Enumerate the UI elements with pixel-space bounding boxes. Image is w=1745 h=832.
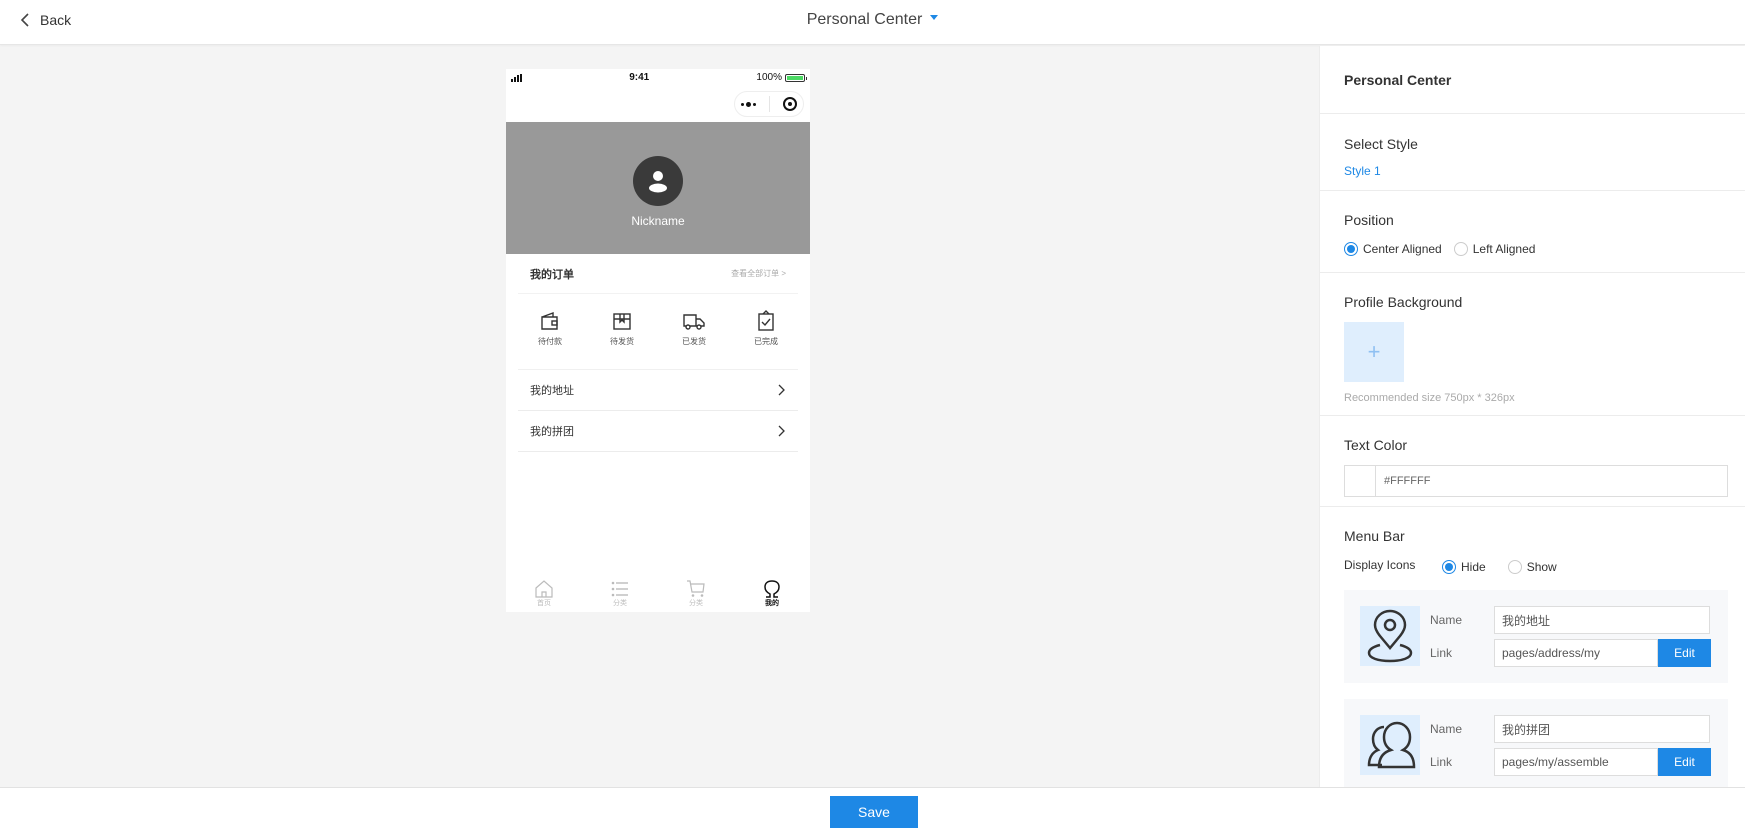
save-button[interactable]: Save: [830, 796, 918, 828]
radio-center-aligned[interactable]: Center Aligned: [1344, 242, 1442, 256]
text-color-label: Text Color: [1344, 437, 1408, 453]
select-style-section: Select Style Style 1: [1320, 114, 1745, 191]
cart-icon: [687, 580, 705, 597]
menu-bar-label: Menu Bar: [1344, 528, 1405, 544]
profile-background-label: Profile Background: [1344, 294, 1463, 310]
text-color-section: Text Color: [1320, 416, 1745, 507]
avatar: [633, 156, 683, 206]
more-dots-icon[interactable]: [741, 101, 757, 107]
edit-link-button[interactable]: Edit: [1658, 748, 1711, 776]
position-label: Position: [1344, 212, 1394, 228]
phone-tab-bar: 首页 分类 分类 我的: [506, 576, 810, 612]
upload-background-button[interactable]: +: [1344, 322, 1404, 382]
profile-background-section: Profile Background + Recommended size 75…: [1320, 273, 1745, 416]
group-users-icon: [1367, 721, 1416, 769]
status-bar: 9:41 100%: [506, 69, 810, 86]
package-icon: [613, 313, 631, 330]
menu-item-icon-picker[interactable]: [1360, 606, 1420, 666]
menu-item-card: Name Link Edit: [1344, 699, 1728, 787]
panel-header: Personal Center: [1320, 46, 1745, 114]
phone-preview: 9:41 100% Nickname 我的订单 查看全部订单 > 待付款 待发货: [506, 69, 810, 612]
menu-item-icon-picker[interactable]: [1360, 715, 1420, 775]
user-avatar-icon: [649, 171, 667, 193]
location-pin-icon: [1367, 609, 1413, 663]
orders-title: 我的订单: [530, 268, 574, 281]
order-status-list: 待付款 待发货 已发货 已完成: [506, 294, 810, 369]
chevron-right-icon: [778, 425, 785, 437]
truck-icon: [683, 314, 705, 330]
radio-left-aligned[interactable]: Left Aligned: [1453, 242, 1535, 256]
menu-item-card: Name Link Edit: [1344, 590, 1728, 683]
menu-bar-section: Menu Bar Display Icons Hide Show Name 我的…: [1320, 507, 1745, 787]
close-target-icon[interactable]: [782, 97, 797, 111]
order-status-shipped[interactable]: 已发货: [669, 310, 719, 347]
battery-icon: [785, 73, 807, 82]
menu-item-name-input[interactable]: [1494, 715, 1710, 743]
link-label: Link: [1430, 646, 1453, 660]
order-status-completed[interactable]: 已完成: [741, 310, 791, 347]
orders-header: 我的订单 查看全部订单 >: [518, 254, 798, 294]
top-bar: Back Personal Center: [0, 0, 1745, 45]
radio-unchecked-icon: [1453, 242, 1468, 256]
clipboard-check-icon: [758, 310, 774, 331]
position-radio-group: Center Aligned Left Aligned: [1344, 242, 1721, 256]
bottom-bar: Save: [0, 787, 1745, 832]
edit-link-button[interactable]: Edit: [1658, 639, 1711, 667]
nickname: Nickname: [631, 214, 685, 228]
menu-item-name-input[interactable]: [1494, 606, 1710, 634]
link-label: Link: [1430, 755, 1453, 769]
background-size-hint: Recommended size 750px * 326px: [1344, 392, 1515, 404]
mini-program-capsule: [734, 91, 804, 117]
color-swatch-picker[interactable]: [1345, 466, 1376, 496]
display-icons-radio-group: Hide Show: [1442, 560, 1557, 574]
page-title-dropdown[interactable]: Personal Center: [0, 11, 1745, 29]
home-icon: [535, 580, 553, 598]
position-section: Position Center Aligned Left Aligned: [1320, 191, 1745, 273]
radio-show-icons[interactable]: Show: [1507, 560, 1557, 574]
profile-header: Nickname: [506, 122, 810, 254]
settings-panel: Personal Center Select Style Style 1 Pos…: [1319, 46, 1745, 787]
menu-item-link-input[interactable]: [1494, 639, 1658, 667]
wallet-icon: [541, 312, 558, 330]
battery-percent: 100%: [756, 72, 782, 83]
order-status-pending-payment[interactable]: 待付款: [525, 310, 575, 347]
plus-icon: +: [1367, 339, 1381, 364]
list-icon: [611, 581, 628, 597]
text-color-input[interactable]: [1376, 466, 1727, 496]
name-label: Name: [1430, 722, 1463, 736]
chevron-right-icon: [778, 384, 785, 396]
page-title: Personal Center: [806, 11, 923, 28]
tab-home[interactable]: 首页: [524, 580, 564, 608]
signal-icon: [511, 73, 522, 82]
radio-hide-icons[interactable]: Hide: [1442, 560, 1486, 574]
view-all-orders-link[interactable]: 查看全部订单 >: [731, 268, 786, 279]
caret-down-icon: [930, 15, 939, 21]
menu-row-group-buy[interactable]: 我的拼团: [518, 411, 798, 452]
user-omega-icon: [764, 580, 780, 598]
tab-category[interactable]: 分类: [600, 580, 640, 608]
tab-cart[interactable]: 分类: [676, 580, 716, 608]
order-status-pending-shipment[interactable]: 待发货: [597, 310, 647, 347]
radio-unchecked-icon: [1507, 560, 1522, 574]
profile-menu-list: 我的地址 我的拼团: [518, 369, 798, 452]
tab-mine[interactable]: 我的: [752, 580, 792, 608]
name-label: Name: [1430, 613, 1463, 627]
select-style-label: Select Style: [1344, 136, 1418, 152]
text-color-field: [1344, 465, 1728, 497]
radio-checked-icon: [1344, 242, 1358, 256]
menu-item-link-input[interactable]: [1494, 748, 1658, 776]
panel-title: Personal Center: [1344, 71, 1452, 88]
style-option-link[interactable]: Style 1: [1344, 164, 1381, 178]
menu-row-address[interactable]: 我的地址: [518, 370, 798, 411]
radio-checked-icon: [1442, 560, 1456, 574]
display-icons-label: Display Icons: [1344, 558, 1416, 572]
status-time: 9:41: [629, 72, 650, 83]
